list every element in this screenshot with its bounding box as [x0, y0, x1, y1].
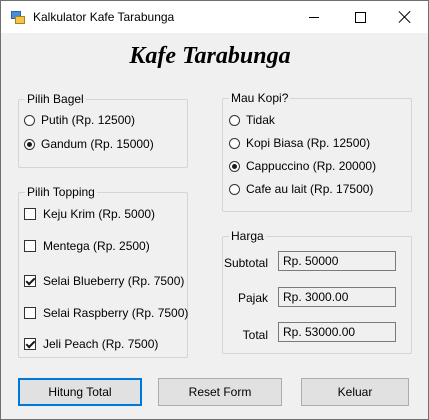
checkbox[interactable]	[24, 208, 36, 220]
close-button[interactable]	[382, 1, 428, 33]
pajak-label: Pajak	[237, 291, 268, 305]
reset-form-button[interactable]: Reset Form	[158, 378, 282, 406]
checkbox[interactable]	[24, 275, 36, 287]
close-icon	[399, 11, 411, 23]
bagel-group: Pilih Bagel Putih (Rp. 12500) Gandum (Rp…	[18, 92, 188, 168]
kopi-option-cappuccino[interactable]: Cappuccino (Rp. 20000)	[229, 157, 376, 175]
radio-button[interactable]	[229, 114, 240, 126]
kopi-group-label: Mau Kopi?	[229, 91, 291, 105]
maximize-button[interactable]	[337, 1, 383, 33]
title-bar[interactable]: Kalkulator Kafe Tarabunga	[1, 1, 428, 33]
radio-button[interactable]	[229, 160, 240, 172]
topping-option-label: Selai Blueberry (Rp. 7500)	[43, 274, 185, 288]
kopi-option-label: Cappuccino (Rp. 20000)	[246, 159, 377, 173]
total-field: Rp. 53000.00	[278, 322, 396, 342]
topping-option-label: Jeli Peach (Rp. 7500)	[43, 337, 159, 351]
page-title: Kafe Tarabunga	[129, 43, 291, 69]
radio-button[interactable]	[229, 137, 240, 149]
topping-option-jeli-peach[interactable]: Jeli Peach (Rp. 7500)	[24, 335, 158, 353]
topping-option-mentega[interactable]: Mentega (Rp. 2500)	[24, 237, 150, 255]
app-icon	[11, 11, 25, 24]
bagel-group-label: Pilih Bagel	[25, 92, 86, 106]
topping-option-label: Keju Krim (Rp. 5000)	[43, 207, 156, 221]
topping-option-keju-krim[interactable]: Keju Krim (Rp. 5000)	[24, 205, 155, 223]
kopi-group: Mau Kopi? Tidak Kopi Biasa (Rp. 12500) C…	[222, 91, 412, 212]
kopi-option-label: Tidak	[246, 113, 275, 127]
kopi-option-cafe-au-lait[interactable]: Cafe au lait (Rp. 17500)	[229, 180, 373, 198]
minimize-icon	[309, 16, 319, 18]
bagel-option-putih[interactable]: Putih (Rp. 12500)	[24, 111, 135, 129]
subtotal-field: Rp. 50000	[278, 251, 396, 271]
maximize-icon	[354, 11, 366, 23]
app-window: Kalkulator Kafe Tarabunga Kafe Tarabunga…	[0, 0, 429, 420]
kopi-option-label: Kopi Biasa (Rp. 12500)	[246, 136, 371, 150]
topping-option-selai-blueberry[interactable]: Selai Blueberry (Rp. 7500)	[24, 272, 184, 290]
checkbox[interactable]	[24, 307, 36, 319]
topping-group: Pilih Topping Keju Krim (Rp. 5000) Mente…	[18, 185, 188, 358]
harga-group-label: Harga	[229, 229, 266, 243]
kopi-option-kopi-biasa[interactable]: Kopi Biasa (Rp. 12500)	[229, 134, 370, 152]
harga-group: Harga Subtotal Rp. 50000 Pajak Rp. 3000.…	[222, 229, 412, 354]
kopi-option-tidak[interactable]: Tidak	[229, 111, 275, 129]
radio-button[interactable]	[24, 114, 35, 126]
topping-option-selai-raspberry[interactable]: Selai Raspberry (Rp. 7500)	[24, 304, 188, 322]
pajak-field: Rp. 3000.00	[278, 287, 396, 307]
total-label: Total	[242, 328, 268, 342]
bagel-option-gandum[interactable]: Gandum (Rp. 15000)	[24, 135, 154, 153]
topping-option-label: Selai Raspberry (Rp. 7500)	[43, 306, 189, 320]
bagel-option-label: Gandum (Rp. 15000)	[41, 137, 154, 151]
subtotal-label: Subtotal	[223, 256, 268, 270]
radio-button[interactable]	[229, 183, 240, 195]
topping-group-label: Pilih Topping	[25, 185, 97, 199]
window-title: Kalkulator Kafe Tarabunga	[33, 10, 175, 24]
keluar-button[interactable]: Keluar	[301, 378, 409, 406]
topping-option-label: Mentega (Rp. 2500)	[43, 239, 150, 253]
kopi-option-label: Cafe au lait (Rp. 17500)	[246, 182, 374, 196]
bagel-option-label: Putih (Rp. 12500)	[41, 113, 136, 127]
radio-button[interactable]	[24, 138, 35, 150]
checkbox[interactable]	[24, 338, 36, 350]
minimize-button[interactable]	[291, 1, 337, 33]
hitung-total-button[interactable]: Hitung Total	[18, 378, 142, 406]
checkbox[interactable]	[24, 240, 36, 252]
